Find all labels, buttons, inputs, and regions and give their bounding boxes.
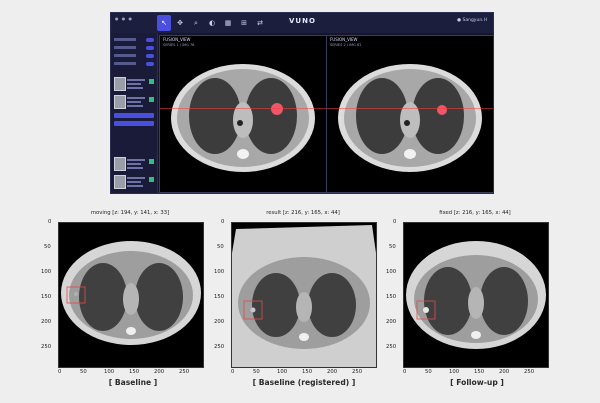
viewport-label: FUSION_VIEW (330, 37, 358, 42)
panel-moving: moving [z: 194, y: 141, x: 33] 0 50 100 … (41, 210, 218, 380)
y-tick-label: 100 (214, 269, 225, 275)
ct-slice-right (338, 64, 482, 172)
check-icon (149, 177, 154, 182)
user-name: Sangyun.H (462, 18, 487, 23)
x-tick-label: 100 (104, 369, 115, 375)
x-tick-label: 0 (58, 369, 62, 375)
y-tick-label: 250 (386, 344, 397, 350)
user-menu[interactable]: ● Sangyun.H (457, 18, 487, 23)
panel-title: moving [z: 194, y: 141, x: 33] (90, 210, 170, 216)
layout-tool-icon[interactable]: ▦ (221, 15, 235, 31)
panel-result: result [z: 216, y: 165, x: 44] 0 50 100 … (214, 210, 391, 380)
x-tick-label: 100 (449, 369, 460, 375)
x-tick-label: 50 (80, 369, 87, 375)
y-tick-label: 0 (48, 219, 52, 225)
series-card[interactable] (114, 157, 154, 173)
sidebar-action-button[interactable] (114, 113, 154, 118)
viewport-sublabel: SERIES 2 / IMG 81 (330, 43, 362, 47)
y-tick-label: 250 (214, 344, 225, 350)
check-icon (149, 79, 154, 84)
y-tick-label: 200 (214, 319, 225, 325)
x-tick-label: 200 (154, 369, 165, 375)
viewport-left[interactable]: FUSION_VIEW SERIES 1 / IMG 78 (159, 35, 327, 193)
panel-title: result [z: 216, y: 165, x: 44] (266, 210, 340, 216)
series-thumbnail (114, 95, 126, 109)
sidebar-toggle-row[interactable] (114, 38, 154, 43)
x-tick-label: 0 (231, 369, 235, 375)
viewport-right[interactable]: FUSION_VIEW SERIES 2 / IMG 81 (326, 35, 493, 193)
x-tick-label: 250 (352, 369, 363, 375)
toolbar: ● ● ● ↖ ✥ ⌕ ◐ ▦ ⊞ ⇄ VUNO ● Sangyun.H (111, 13, 493, 33)
ct-slice-left (171, 64, 315, 172)
series-thumbnail (114, 175, 126, 189)
y-tick-label: 200 (386, 319, 397, 325)
window-level-tool-icon[interactable]: ◐ (205, 15, 219, 31)
app-brand: VUNO (289, 17, 316, 25)
y-tick-label: 50 (389, 244, 396, 250)
grid-tool-icon[interactable]: ⊞ (237, 15, 251, 31)
sidebar-toggle-row[interactable] (114, 62, 154, 67)
sidebar-toggle-row[interactable] (114, 46, 154, 51)
series-card[interactable] (114, 77, 154, 93)
panel-caption: [ Follow-up ] (450, 378, 504, 387)
crosshair-line (160, 108, 326, 109)
y-tick-label: 50 (44, 244, 51, 250)
zoom-tool-icon[interactable]: ⌕ (189, 15, 203, 31)
viewport-sublabel: SERIES 1 / IMG 78 (163, 43, 195, 47)
y-tick-label: 250 (41, 344, 52, 350)
y-tick-label: 100 (41, 269, 52, 275)
ct-axes (231, 222, 377, 368)
sync-tool-icon[interactable]: ⇄ (253, 15, 267, 31)
y-tick-label: 0 (221, 219, 225, 225)
x-tick-label: 200 (499, 369, 510, 375)
ct-axes (58, 222, 204, 368)
ct-axes (403, 222, 549, 368)
x-tick-label: 100 (277, 369, 288, 375)
panel-title: fixed [z: 216, y: 165, x: 44] (439, 210, 511, 216)
panel-caption: [ Baseline ] (108, 378, 158, 387)
x-tick-label: 50 (425, 369, 432, 375)
pointer-tool-icon[interactable]: ↖ (157, 15, 171, 31)
sidebar-toggle-row[interactable] (114, 54, 154, 59)
viewport-label: FUSION_VIEW (163, 37, 191, 42)
y-tick-label: 0 (393, 219, 397, 225)
ct-slice (59, 223, 203, 367)
pan-tool-icon[interactable]: ✥ (173, 15, 187, 31)
check-icon (149, 97, 154, 102)
sidebar (111, 33, 158, 193)
series-card[interactable] (114, 95, 154, 111)
series-thumbnail (114, 77, 126, 91)
panel-fixed: fixed [z: 216, y: 165, x: 44] 0 50 100 1… (386, 210, 563, 380)
window-controls[interactable]: ● ● ● (115, 16, 133, 21)
x-tick-label: 50 (253, 369, 260, 375)
y-tick-label: 150 (386, 294, 397, 300)
series-card[interactable] (114, 175, 154, 191)
x-tick-label: 150 (302, 369, 313, 375)
y-tick-label: 100 (386, 269, 397, 275)
x-tick-label: 250 (524, 369, 535, 375)
series-thumbnail (114, 157, 126, 171)
x-tick-label: 150 (474, 369, 485, 375)
ct-slice (232, 223, 376, 367)
viewer-window: ● ● ● ↖ ✥ ⌕ ◐ ▦ ⊞ ⇄ VUNO ● Sangyun.H FUS… (110, 12, 494, 194)
panel-caption: [ Baseline (registered) ] (252, 378, 356, 387)
x-tick-label: 0 (403, 369, 407, 375)
x-tick-label: 150 (129, 369, 140, 375)
y-tick-label: 150 (214, 294, 225, 300)
crosshair-line (327, 108, 493, 109)
y-tick-label: 150 (41, 294, 52, 300)
ct-slice (404, 223, 548, 367)
x-tick-label: 200 (327, 369, 338, 375)
sidebar-action-button[interactable] (114, 121, 154, 126)
x-tick-label: 250 (179, 369, 190, 375)
check-icon (149, 159, 154, 164)
y-tick-label: 50 (217, 244, 224, 250)
y-tick-label: 200 (41, 319, 52, 325)
